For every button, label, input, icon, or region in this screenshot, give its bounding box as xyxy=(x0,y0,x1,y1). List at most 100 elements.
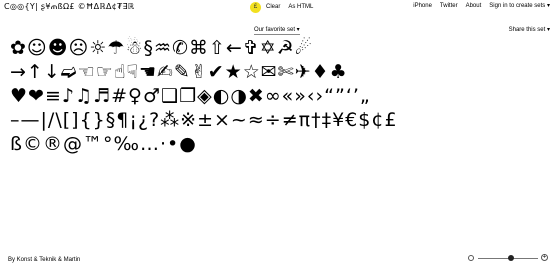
symbol-glyph[interactable]: ÷ xyxy=(265,108,281,132)
symbol-glyph[interactable]: ✈ xyxy=(295,60,311,84)
symbol-glyph[interactable]: ¥ xyxy=(332,108,344,132)
symbol-glyph[interactable]: … xyxy=(140,132,159,156)
symbol-glyph[interactable]: ◈ xyxy=(197,84,212,108)
symbol-glyph[interactable]: § xyxy=(106,108,116,132)
symbol-glyph[interactable]: ☂ xyxy=(107,36,124,60)
symbol-glyph[interactable]: ✄ xyxy=(278,60,294,84)
symbol-glyph[interactable]: ♦ xyxy=(312,60,329,84)
symbol-glyph[interactable]: ‘ xyxy=(346,84,352,108)
symbol-glyph[interactable]: ❤ xyxy=(28,84,44,108)
symbol-glyph[interactable]: ~ xyxy=(231,108,247,132)
symbol-glyph[interactable]: ☝ xyxy=(114,60,126,84)
symbol-glyph[interactable]: ✖ xyxy=(248,84,264,108)
symbol-glyph[interactable]: ☜ xyxy=(78,60,95,84)
symbol-glyph[interactable]: ◑ xyxy=(230,84,247,108)
symbol-glyph[interactable]: £ xyxy=(384,108,396,132)
zoom-slider[interactable]: + xyxy=(468,254,548,264)
symbol-glyph[interactable]: ☼ xyxy=(89,36,106,60)
symbol-glyph[interactable]: ] xyxy=(71,108,78,132)
symbol-glyph[interactable]: ¢ xyxy=(371,108,383,132)
symbol-glyph[interactable]: ➫ xyxy=(61,60,77,84)
symbol-glyph[interactable]: [ xyxy=(63,108,70,132)
symbol-glyph[interactable]: | xyxy=(41,108,47,132)
symbol-glyph[interactable]: ☃ xyxy=(125,36,142,60)
symbol-glyph[interactable]: « xyxy=(282,84,294,108)
iphone-link[interactable]: iPhone xyxy=(413,3,432,9)
symbol-glyph[interactable]: € xyxy=(345,108,357,132)
symbol-glyph[interactable]: ⁂ xyxy=(160,108,179,132)
symbol-glyph[interactable]: ☹ xyxy=(69,36,89,60)
symbol-glyph[interactable]: ♒ xyxy=(154,36,171,60)
symbol-glyph[interactable]: ♥ xyxy=(10,84,27,108)
symbol-glyph[interactable]: ☟ xyxy=(126,60,138,84)
symbol-glyph[interactable]: ✌ xyxy=(191,60,207,84)
symbol-glyph[interactable]: † xyxy=(311,108,321,132)
symbol-glyph[interactable]: \ xyxy=(55,108,61,132)
symbol-glyph[interactable]: — xyxy=(21,108,40,132)
symbol-glyph[interactable]: ★ xyxy=(225,60,242,84)
symbol-glyph[interactable]: – xyxy=(10,108,20,132)
about-link[interactable]: About xyxy=(466,3,482,9)
symbol-glyph[interactable]: ‡ xyxy=(322,108,332,132)
symbol-glyph[interactable]: ♀ xyxy=(128,84,142,108)
symbol-glyph[interactable]: ™ xyxy=(83,132,102,156)
symbol-glyph[interactable]: ☺ xyxy=(27,36,47,60)
symbol-glyph[interactable]: ☞ xyxy=(96,60,113,84)
symbol-glyph[interactable]: ♫ xyxy=(75,84,92,108)
symbol-glyph[interactable]: ☭ xyxy=(277,36,294,60)
symbol-glyph[interactable]: · xyxy=(160,132,166,156)
symbol-glyph[interactable]: ✍ xyxy=(157,60,173,84)
symbol-glyph[interactable]: ☆ xyxy=(243,60,260,84)
clear-icon[interactable]: £ xyxy=(250,1,261,13)
symbol-glyph[interactable]: ⇧ xyxy=(209,36,225,60)
symbol-glyph[interactable]: π xyxy=(299,108,310,132)
symbol-glyph[interactable]: ↑ xyxy=(27,60,43,84)
symbol-glyph[interactable]: ☄ xyxy=(295,36,312,60)
symbol-glyph[interactable]: ☚ xyxy=(139,60,156,84)
clear-button[interactable]: Clear xyxy=(266,4,280,10)
symbol-glyph[interactable]: ” xyxy=(335,84,345,108)
symbol-glyph[interactable]: ◐ xyxy=(213,84,230,108)
symbol-glyph[interactable]: ‹ xyxy=(307,84,315,108)
symbol-glyph[interactable]: ← xyxy=(226,36,242,60)
symbol-glyph[interactable]: „ xyxy=(360,84,370,108)
symbol-glyph[interactable]: ✿ xyxy=(10,36,26,60)
symbol-glyph[interactable]: ☻ xyxy=(48,36,68,60)
symbol-glyph[interactable]: › xyxy=(316,84,324,108)
symbol-glyph[interactable]: ✎ xyxy=(174,60,190,84)
symbol-glyph[interactable]: ≡ xyxy=(45,84,61,108)
zoom-handle[interactable] xyxy=(508,255,514,261)
symbol-glyph[interactable]: ß xyxy=(10,132,22,156)
symbol-glyph[interactable]: ♪ xyxy=(62,84,74,108)
symbol-glyph[interactable]: ※ xyxy=(180,108,196,132)
symbol-glyph[interactable]: $ xyxy=(358,108,370,132)
symbol-glyph[interactable]: ❐ xyxy=(179,84,196,108)
symbol-glyph[interactable]: × xyxy=(214,108,230,132)
symbol-glyph[interactable]: ✔ xyxy=(208,60,224,84)
symbol-glyph[interactable]: ? xyxy=(149,108,159,132)
as-html-link[interactable]: As HTML xyxy=(288,4,313,10)
symbol-glyph[interactable]: / xyxy=(48,108,54,132)
sign-in-link[interactable]: Sign in to create sets ▾ xyxy=(489,2,550,9)
symbol-glyph[interactable]: ≈ xyxy=(248,108,264,132)
symbol-glyph[interactable]: ↓ xyxy=(44,60,60,84)
symbol-glyph[interactable]: ♂ xyxy=(143,84,160,108)
symbol-glyph[interactable]: “ xyxy=(324,84,334,108)
twitter-link[interactable]: Twitter xyxy=(440,3,458,9)
symbol-glyph[interactable]: » xyxy=(294,84,306,108)
symbol-glyph[interactable]: ✞ xyxy=(243,36,259,60)
symbol-glyph[interactable]: ∞ xyxy=(265,84,281,108)
symbol-glyph[interactable]: ± xyxy=(197,108,213,132)
symbol-glyph[interactable]: } xyxy=(93,108,105,132)
symbol-glyph[interactable]: ≠ xyxy=(282,108,298,132)
zoom-in-icon[interactable]: + xyxy=(541,254,548,261)
symbol-glyph[interactable]: ✉ xyxy=(261,60,277,84)
symbol-glyph[interactable]: • xyxy=(167,132,178,156)
set-selector-dropdown[interactable]: Our favorite set ▾ xyxy=(254,26,300,35)
symbol-glyph[interactable]: { xyxy=(80,108,92,132)
symbol-glyph[interactable]: # xyxy=(111,84,127,108)
symbol-glyph[interactable]: ° xyxy=(103,132,113,156)
symbol-glyph[interactable]: ’ xyxy=(353,84,359,108)
symbol-glyph[interactable]: ‰ xyxy=(113,132,139,156)
symbol-glyph[interactable]: ✆ xyxy=(172,36,188,60)
